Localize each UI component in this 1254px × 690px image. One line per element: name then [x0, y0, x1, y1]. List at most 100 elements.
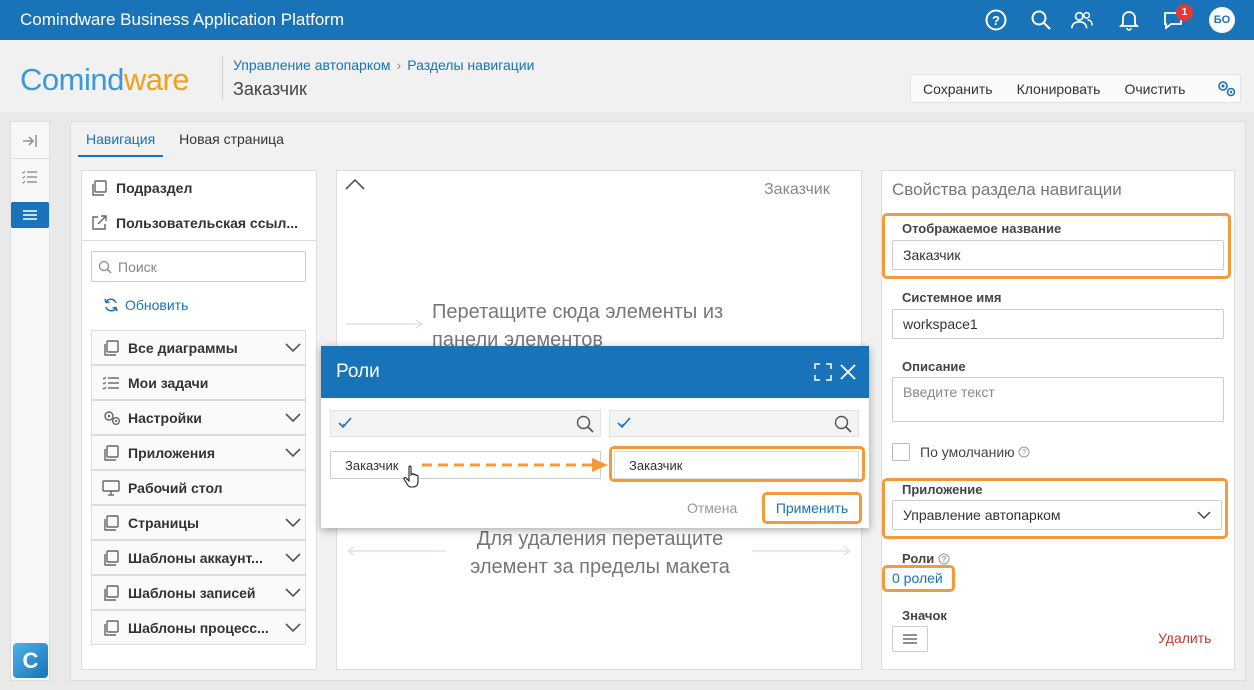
- refresh-label: Обновить: [125, 297, 189, 313]
- expand-rail-icon[interactable]: [11, 128, 49, 154]
- element-subsection-label: Подраздел: [116, 180, 193, 196]
- help-icon[interactable]: ?: [1018, 446, 1030, 458]
- selected-roles-search[interactable]: [609, 410, 859, 437]
- roles-dialog-title: Роли: [336, 361, 380, 382]
- remove-hint: Для удаления перетащите элемент за преде…: [470, 528, 730, 578]
- default-checkbox[interactable]: [892, 443, 910, 461]
- logo-text-part2: ware: [123, 62, 190, 97]
- bell-icon[interactable]: [1117, 8, 1141, 32]
- group-applications[interactable]: Приложения: [91, 435, 306, 470]
- group-my-tasks[interactable]: Мои задачи: [91, 365, 306, 400]
- icon-picker-button[interactable]: [892, 626, 928, 652]
- user-avatar[interactable]: БО: [1209, 7, 1235, 33]
- refresh-button[interactable]: Обновить: [103, 297, 188, 313]
- roles-dialog-header: [321, 346, 869, 398]
- system-name-label: Системное имя: [902, 290, 1002, 305]
- selected-role-item[interactable]: Заказчик: [614, 451, 859, 479]
- description-field[interactable]: Введите текст: [892, 377, 1224, 422]
- elements-search-input[interactable]: Поиск: [91, 251, 306, 282]
- search-icon[interactable]: [1029, 8, 1053, 32]
- group-settings[interactable]: Настройки: [91, 400, 306, 435]
- group-label: Настройки: [128, 409, 202, 426]
- chevron-down-icon[interactable]: [281, 412, 305, 423]
- monitor-icon: [102, 479, 122, 496]
- group-label: Шаблоны записей: [128, 584, 256, 601]
- select-all-check-icon[interactable]: [338, 416, 354, 430]
- chevron-down-icon[interactable]: [281, 622, 305, 633]
- group-label: Шаблоны аккаунт...: [128, 549, 263, 566]
- delete-button[interactable]: Удалить: [1158, 630, 1211, 646]
- chevron-down-icon[interactable]: [281, 517, 305, 528]
- element-subsection[interactable]: Подраздел: [90, 179, 192, 197]
- search-icon[interactable]: [576, 415, 594, 433]
- svg-text:?: ?: [992, 13, 1000, 28]
- search-icon: [98, 260, 112, 274]
- chevron-up-icon[interactable]: [345, 178, 365, 190]
- select-all-check-icon[interactable]: [617, 416, 633, 430]
- settings-gear-icon[interactable]: [1216, 79, 1238, 99]
- svg-text:?: ?: [1021, 448, 1026, 457]
- search-placeholder: Поиск: [118, 258, 157, 275]
- copy-icon: [102, 514, 122, 532]
- tabs: Навигация Новая страница: [70, 121, 292, 157]
- help-icon[interactable]: ?: [938, 553, 950, 565]
- clone-button[interactable]: Клонировать: [1005, 81, 1113, 97]
- display-name-field[interactable]: Заказчик: [892, 240, 1224, 270]
- remove-arrow-right-icon: [752, 545, 852, 557]
- breadcrumb: Управление автопарком › Разделы навигации: [233, 57, 534, 73]
- chevron-down-icon[interactable]: [281, 447, 305, 458]
- properties-title: Свойства раздела навигации: [892, 180, 1122, 199]
- application-select[interactable]: Управление автопарком: [892, 500, 1222, 530]
- group-account-templates[interactable]: Шаблоны аккаунт...: [91, 540, 306, 575]
- group-all-diagrams[interactable]: Все диаграммы: [91, 330, 306, 365]
- tasks-list-icon: [102, 375, 122, 391]
- drop-arrow-icon: [346, 318, 426, 330]
- comindware-logo: Comindware: [20, 62, 190, 98]
- close-icon[interactable]: [839, 363, 857, 381]
- navigation-menu-icon[interactable]: [11, 202, 49, 228]
- help-icon[interactable]: ?: [984, 8, 1008, 32]
- maximize-icon[interactable]: [814, 363, 832, 381]
- drag-arrow-icon: [422, 457, 612, 473]
- group-pages[interactable]: Страницы: [91, 505, 306, 540]
- group-label: Все диаграммы: [128, 339, 238, 356]
- available-roles-search[interactable]: [330, 410, 601, 437]
- breadcrumb-item-app[interactable]: Управление автопарком: [233, 57, 391, 73]
- chevron-down-icon: [1197, 510, 1211, 520]
- page-title: Заказчик: [233, 79, 307, 99]
- apply-button[interactable]: Применить: [762, 492, 862, 524]
- application-label: Приложение: [902, 482, 983, 497]
- search-icon[interactable]: [834, 415, 852, 433]
- copy-icon: [102, 549, 122, 567]
- group-desktop[interactable]: Рабочий стол: [91, 470, 306, 505]
- svg-text:?: ?: [942, 555, 947, 564]
- display-name-label: Отображаемое название: [902, 221, 1062, 236]
- system-name-field[interactable]: workspace1: [892, 309, 1224, 339]
- element-custom-link[interactable]: Пользовательская ссыл...: [90, 214, 298, 232]
- comindware-app-icon[interactable]: C: [13, 643, 48, 678]
- panel-divider: [81, 240, 317, 241]
- clear-button[interactable]: Очистить: [1112, 81, 1197, 97]
- group-label: Шаблоны процесс...: [128, 619, 269, 636]
- description-label: Описание: [902, 359, 966, 374]
- tab-navigation[interactable]: Навигация: [78, 121, 164, 157]
- default-label: По умолчанию: [920, 444, 1015, 460]
- cancel-button[interactable]: Отмена: [687, 500, 737, 516]
- group-record-templates[interactable]: Шаблоны записей: [91, 575, 306, 610]
- layout-title: Заказчик: [764, 181, 830, 198]
- save-button[interactable]: Сохранить: [911, 81, 1005, 97]
- tab-new-page[interactable]: Новая страница: [171, 121, 292, 157]
- group-process-templates[interactable]: Шаблоны процесс...: [91, 610, 306, 645]
- chevron-down-icon[interactable]: [281, 342, 305, 353]
- logo-text-part1: Comind: [20, 62, 124, 97]
- hand-cursor-icon: [403, 465, 421, 489]
- chevron-down-icon[interactable]: [281, 552, 305, 563]
- breadcrumb-item-navigation[interactable]: Разделы навигации: [407, 57, 534, 73]
- group-label: Приложения: [128, 444, 216, 461]
- users-icon[interactable]: [1070, 8, 1094, 32]
- copy-icon: [102, 339, 122, 357]
- roles-link[interactable]: 0 ролей: [892, 570, 943, 586]
- chevron-down-icon[interactable]: [281, 587, 305, 598]
- roles-label: Роли: [902, 551, 935, 566]
- tasks-list-icon[interactable]: [11, 164, 49, 190]
